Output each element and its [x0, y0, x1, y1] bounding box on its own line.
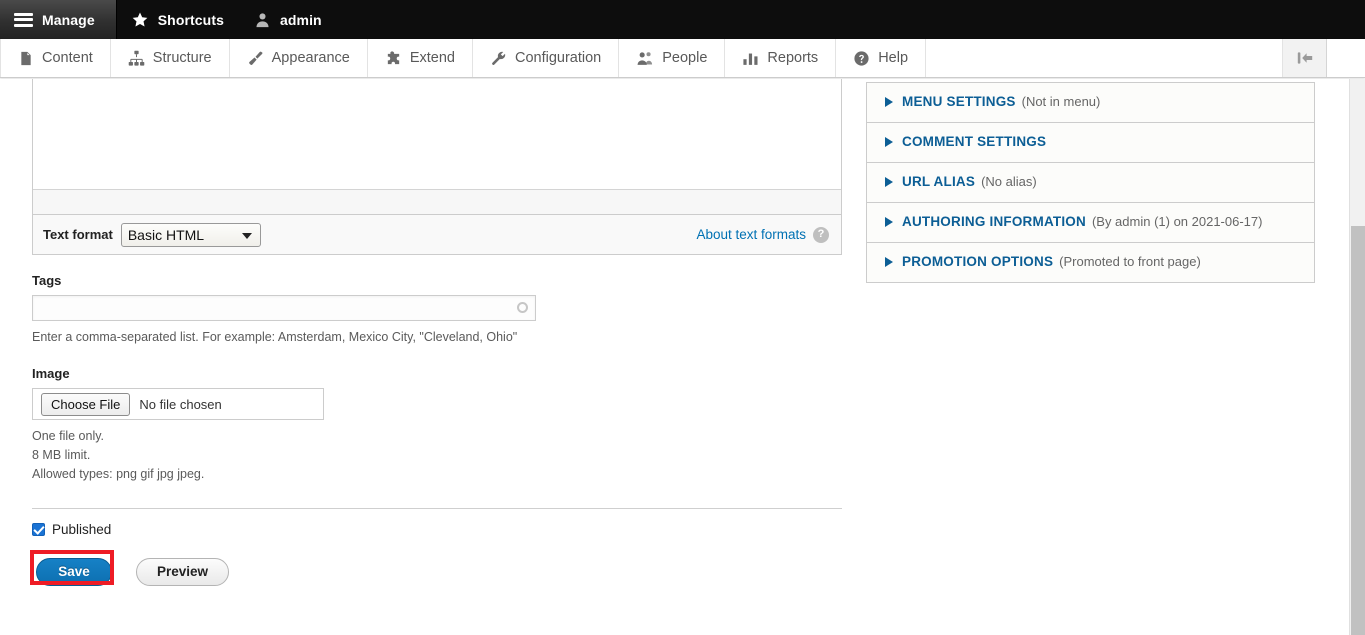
- sidebar-tab-url-alias-title: URL ALIAS: [902, 174, 976, 189]
- published-checkbox[interactable]: [32, 523, 45, 536]
- menu-item-appearance-label: Appearance: [271, 50, 350, 66]
- admin-menu-bar: Content Structure Appearance Extend Conf…: [0, 39, 1365, 78]
- toolbar-item-admin-label: admin: [279, 11, 322, 28]
- sidebar-tab-menu-settings-summary: (Not in menu): [1021, 94, 1101, 109]
- menu-item-people-label: People: [662, 50, 708, 66]
- image-description-line-2: 8 MB limit.: [32, 448, 91, 462]
- help-icon[interactable]: ?: [813, 226, 829, 243]
- image-description: One file only. 8 MB limit. Allowed types…: [32, 427, 842, 484]
- menu-item-content-label: Content: [42, 50, 93, 66]
- body-editor: [32, 79, 842, 215]
- sidebar-tab-authoring-information-title: AUTHORING INFORMATION: [902, 214, 1086, 229]
- paintbrush-icon: [248, 51, 263, 65]
- sidebar-tab-authoring-information[interactable]: AUTHORING INFORMATION (By admin (1) on 2…: [867, 203, 1314, 243]
- vertical-scrollbar-thumb[interactable]: [1351, 226, 1365, 635]
- sidebar-tab-promotion-options-summary: (Promoted to front page): [1059, 254, 1201, 269]
- menu-item-structure-label: Structure: [152, 50, 212, 66]
- triangle-right-icon: [885, 137, 893, 147]
- admin-toolbar: Manage Shortcuts admin: [0, 0, 1365, 39]
- sidebar-tab-comment-settings[interactable]: COMMENT SETTINGS: [867, 123, 1314, 163]
- triangle-right-icon: [885, 177, 893, 187]
- collapse-sidebar-icon: [1297, 52, 1312, 64]
- toolbar-item-manage[interactable]: Manage: [0, 0, 117, 39]
- sidebar-tab-url-alias[interactable]: URL ALIAS (No alias): [867, 163, 1314, 203]
- user-icon: [256, 12, 269, 27]
- image-label: Image: [32, 366, 70, 381]
- tags-field: Tags Enter a comma-separated list. For e…: [32, 273, 842, 346]
- triangle-right-icon: [885, 217, 893, 227]
- page-icon: [21, 51, 31, 65]
- sidebar-tab-promotion-options-title: PROMOTION OPTIONS: [902, 254, 1054, 269]
- sidebar-tab-authoring-information-summary: (By admin (1) on 2021-06-17): [1091, 214, 1263, 229]
- text-format-select-wrapper: Basic HTML: [120, 222, 261, 247]
- text-format-row: Text format Basic HTML About text format…: [32, 215, 842, 255]
- bar-chart-icon: [743, 53, 758, 65]
- form-divider: [32, 508, 842, 509]
- menu-item-help[interactable]: Help: [836, 39, 927, 77]
- body-editable-area[interactable]: [33, 79, 841, 189]
- editor-status-bar: [33, 189, 841, 214]
- preview-button[interactable]: Preview: [136, 558, 230, 586]
- about-text-formats-group: About text formats ?: [696, 226, 829, 243]
- menu-item-configuration-label: Configuration: [515, 50, 602, 66]
- menu-bar-spacer: [926, 39, 1283, 77]
- page-right-gutter: [1316, 79, 1349, 635]
- hamburger-icon: [14, 12, 33, 27]
- menu-item-appearance[interactable]: Appearance: [230, 39, 368, 77]
- puzzle-icon: [387, 50, 400, 64]
- save-button[interactable]: Save: [36, 558, 112, 586]
- node-form-sidebar: MENU SETTINGS (Not in menu) COMMENT SETT…: [866, 82, 1315, 283]
- menu-item-configuration[interactable]: Configuration: [473, 39, 620, 77]
- menu-item-extend[interactable]: Extend: [368, 39, 473, 77]
- menu-item-reports-label: Reports: [767, 50, 819, 66]
- sidebar-tab-comment-settings-title: COMMENT SETTINGS: [902, 134, 1047, 149]
- tags-input-wrapper: [32, 295, 536, 321]
- triangle-right-icon: [885, 257, 893, 267]
- tags-description: Enter a comma-separated list. For exampl…: [32, 330, 518, 344]
- sitemap-icon: [128, 50, 145, 66]
- menu-item-content[interactable]: Content: [0, 39, 111, 77]
- star-icon: [132, 12, 148, 26]
- choose-file-button[interactable]: Choose File: [41, 392, 131, 416]
- image-field: Image Choose File No file chosen One fil…: [32, 366, 842, 484]
- image-description-line-3: Allowed types: png gif jpg jpeg.: [32, 467, 205, 481]
- tags-label: Tags: [32, 273, 62, 288]
- chosen-file-name: No file chosen: [139, 396, 222, 412]
- triangle-right-icon: [885, 97, 893, 107]
- image-description-line-1: One file only.: [32, 429, 105, 443]
- sidebar-tab-promotion-options[interactable]: PROMOTION OPTIONS (Promoted to front pag…: [867, 243, 1314, 283]
- published-row: Published: [32, 522, 842, 537]
- toolbar-item-shortcuts-label: Shortcuts: [157, 11, 224, 28]
- menu-item-reports[interactable]: Reports: [725, 39, 837, 77]
- toolbar-item-shortcuts[interactable]: Shortcuts: [117, 0, 240, 39]
- file-upload-widget[interactable]: Choose File No file chosen: [32, 388, 324, 420]
- people-icon: [637, 51, 653, 65]
- menu-item-help-label: Help: [878, 50, 909, 66]
- menu-item-extend-label: Extend: [409, 50, 455, 66]
- vertical-scrollbar[interactable]: [1349, 79, 1365, 635]
- node-form-left-column: Text format Basic HTML About text format…: [30, 79, 842, 590]
- menu-item-people[interactable]: People: [619, 39, 726, 77]
- menu-bar-tail: [1327, 39, 1365, 77]
- published-label: Published: [52, 522, 112, 537]
- autocomplete-throbber-icon: [517, 302, 528, 313]
- tags-input[interactable]: [32, 295, 536, 321]
- form-actions: Save Preview: [30, 550, 842, 590]
- question-circle-icon: [854, 50, 869, 66]
- page-content: Text format Basic HTML About text format…: [0, 79, 1349, 635]
- about-text-formats-link[interactable]: About text formats: [696, 227, 806, 242]
- sidebar-tab-menu-settings[interactable]: MENU SETTINGS (Not in menu): [867, 83, 1314, 123]
- menu-item-structure[interactable]: Structure: [111, 39, 230, 77]
- text-format-label: Text format: [43, 227, 113, 242]
- collapse-sidebar-button[interactable]: [1283, 39, 1327, 77]
- sidebar-tab-url-alias-summary: (No alias): [981, 174, 1037, 189]
- sidebar-tab-menu-settings-title: MENU SETTINGS: [902, 94, 1016, 109]
- toolbar-item-admin[interactable]: admin: [240, 0, 338, 39]
- text-format-select[interactable]: Basic HTML: [120, 222, 261, 247]
- wrench-icon: [492, 51, 506, 65]
- toolbar-item-manage-label: Manage: [42, 11, 95, 28]
